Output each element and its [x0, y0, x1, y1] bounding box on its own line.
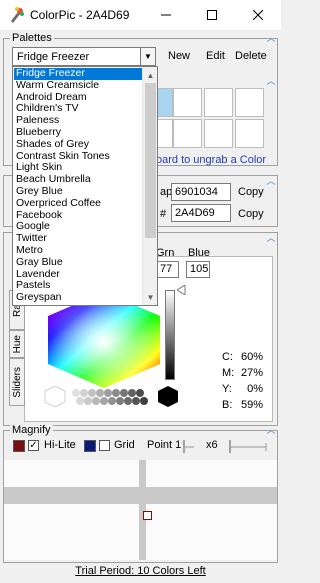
delete-palette-button[interactable]: Delete — [235, 50, 267, 62]
dropdown-scrollbar[interactable]: ▲ ▼ — [142, 67, 157, 305]
palette-select-value: Fridge Freezer — [17, 51, 90, 63]
point-label: Point 1 — [147, 439, 182, 451]
grid-color-swatch[interactable] — [84, 440, 96, 452]
dropdown-option[interactable]: Beach Umbrella — [14, 174, 142, 186]
magnifier-view — [4, 460, 277, 560]
colorpic-app-icon — [11, 7, 24, 23]
tab-hue[interactable]: Hue — [9, 330, 25, 358]
close-button[interactable] — [235, 0, 281, 30]
palette-select[interactable]: Fridge Freezer ▼ — [12, 47, 156, 66]
dropdown-option[interactable]: Gray Blue — [14, 257, 142, 269]
decimal-value-field[interactable]: 6901034 — [171, 183, 231, 201]
palette-swatch[interactable] — [204, 119, 233, 148]
cmyk-m-value: 27% — [240, 367, 263, 379]
dropdown-option[interactable]: Light Skin — [14, 162, 142, 174]
grid-checkbox[interactable] — [99, 440, 110, 451]
dropdown-option[interactable]: Facebook — [14, 210, 142, 222]
palette-swatch[interactable] — [204, 88, 233, 117]
new-palette-button[interactable]: New — [168, 50, 190, 62]
dropdown-option[interactable]: Grey Blue — [14, 186, 142, 198]
palette-swatch[interactable] — [235, 88, 264, 117]
point-size-slider[interactable] — [182, 439, 196, 454]
close-icon — [253, 10, 263, 20]
dropdown-option[interactable]: Fridge Freezer — [14, 68, 142, 80]
blue-value-field[interactable]: 105 — [186, 261, 210, 278]
ungrab-hint: oard to ungrab a Color — [156, 154, 267, 166]
dropdown-option[interactable]: Warm Creamsicle — [14, 80, 142, 92]
trial-status[interactable]: Trial Period: 10 Colors Left — [0, 565, 281, 577]
blue-label: Blue — [188, 247, 211, 259]
swatches-collapse-icon[interactable]: ︿ — [266, 76, 276, 86]
slider-handle-icon[interactable] — [177, 285, 186, 295]
hilite-label: Hi-Lite — [44, 439, 76, 451]
copy-decimal-button[interactable]: Copy — [238, 186, 264, 198]
magnify-collapse-icon[interactable]: ︿ — [266, 425, 276, 435]
maximize-button[interactable] — [189, 0, 235, 30]
cmyk-b-value: 59% — [240, 399, 263, 411]
edit-palette-button[interactable]: Edit — [206, 50, 225, 62]
dropdown-option[interactable]: Twitter — [14, 233, 142, 245]
dropdown-option[interactable]: Lavender — [14, 269, 142, 281]
hilite-checkbox[interactable]: ✓ — [28, 440, 39, 451]
zoom-label: x6 — [206, 439, 218, 451]
dropdown-option[interactable]: Contrast Skin Tones — [14, 151, 142, 163]
checkmark-icon: ✓ — [29, 440, 38, 451]
greyscale-picker[interactable] — [44, 386, 180, 408]
hex-label: # — [160, 208, 167, 220]
minimize-icon — [161, 14, 171, 16]
brightness-slider[interactable] — [165, 290, 175, 380]
cmyk-y-value: 0% — [247, 383, 263, 395]
hex-value-field[interactable]: 2A4D69 — [171, 204, 231, 222]
minimize-button[interactable] — [143, 0, 189, 30]
window-title: ColorPic - 2A4D69 — [30, 8, 130, 22]
scroll-up-icon[interactable]: ▲ — [143, 68, 158, 82]
dropdown-option[interactable]: Paleness — [14, 115, 142, 127]
magnifier-column — [139, 460, 146, 560]
dropdown-option[interactable]: Children's TV — [14, 103, 142, 115]
picker-collapse-icon[interactable]: ︿ — [266, 233, 276, 243]
palette-dropdown-list[interactable]: Fridge Freezer Warm Creamsicle Android Dre… — [12, 66, 158, 306]
dropdown-option[interactable]: Android Dream — [14, 92, 142, 104]
magnifier-cursor — [143, 511, 152, 520]
chevron-down-icon: ▼ — [140, 48, 155, 65]
hilite-color-swatch[interactable] — [13, 440, 25, 452]
dropdown-option[interactable]: Blueberry — [14, 127, 142, 139]
palette-swatch[interactable] — [173, 88, 202, 117]
green-value-field[interactable]: 77 — [156, 261, 179, 278]
cmyk-c-value: 60% — [240, 351, 263, 363]
values-collapse-icon[interactable]: ︿ — [266, 176, 276, 186]
magnify-title: Magnify — [10, 424, 53, 436]
copy-hex-button[interactable]: Copy — [238, 208, 264, 220]
scroll-thumb[interactable] — [145, 83, 156, 238]
dropdown-option[interactable]: Shades of Grey — [14, 139, 142, 151]
palettes-collapse-icon[interactable]: ︿ — [266, 33, 276, 43]
palette-swatch[interactable] — [173, 119, 202, 148]
palettes-title: Palettes — [10, 32, 54, 44]
tab-sliders[interactable]: Sliders — [9, 358, 25, 406]
dropdown-option[interactable]: Greyspan — [14, 292, 142, 304]
dropdown-option[interactable]: Google — [14, 221, 142, 233]
maximize-icon — [207, 10, 217, 20]
title-bar: ColorPic - 2A4D69 — [0, 0, 281, 30]
green-label: Grn — [156, 247, 175, 259]
scroll-down-icon[interactable]: ▼ — [143, 290, 158, 304]
dropdown-option[interactable]: Pastels — [14, 280, 142, 292]
palette-swatch[interactable] — [235, 119, 264, 148]
dropdown-option[interactable]: Metro — [14, 245, 142, 257]
grid-label: Grid — [114, 439, 135, 451]
dropdown-option[interactable]: Overpriced Coffee — [14, 198, 142, 210]
zoom-slider[interactable] — [228, 439, 268, 454]
